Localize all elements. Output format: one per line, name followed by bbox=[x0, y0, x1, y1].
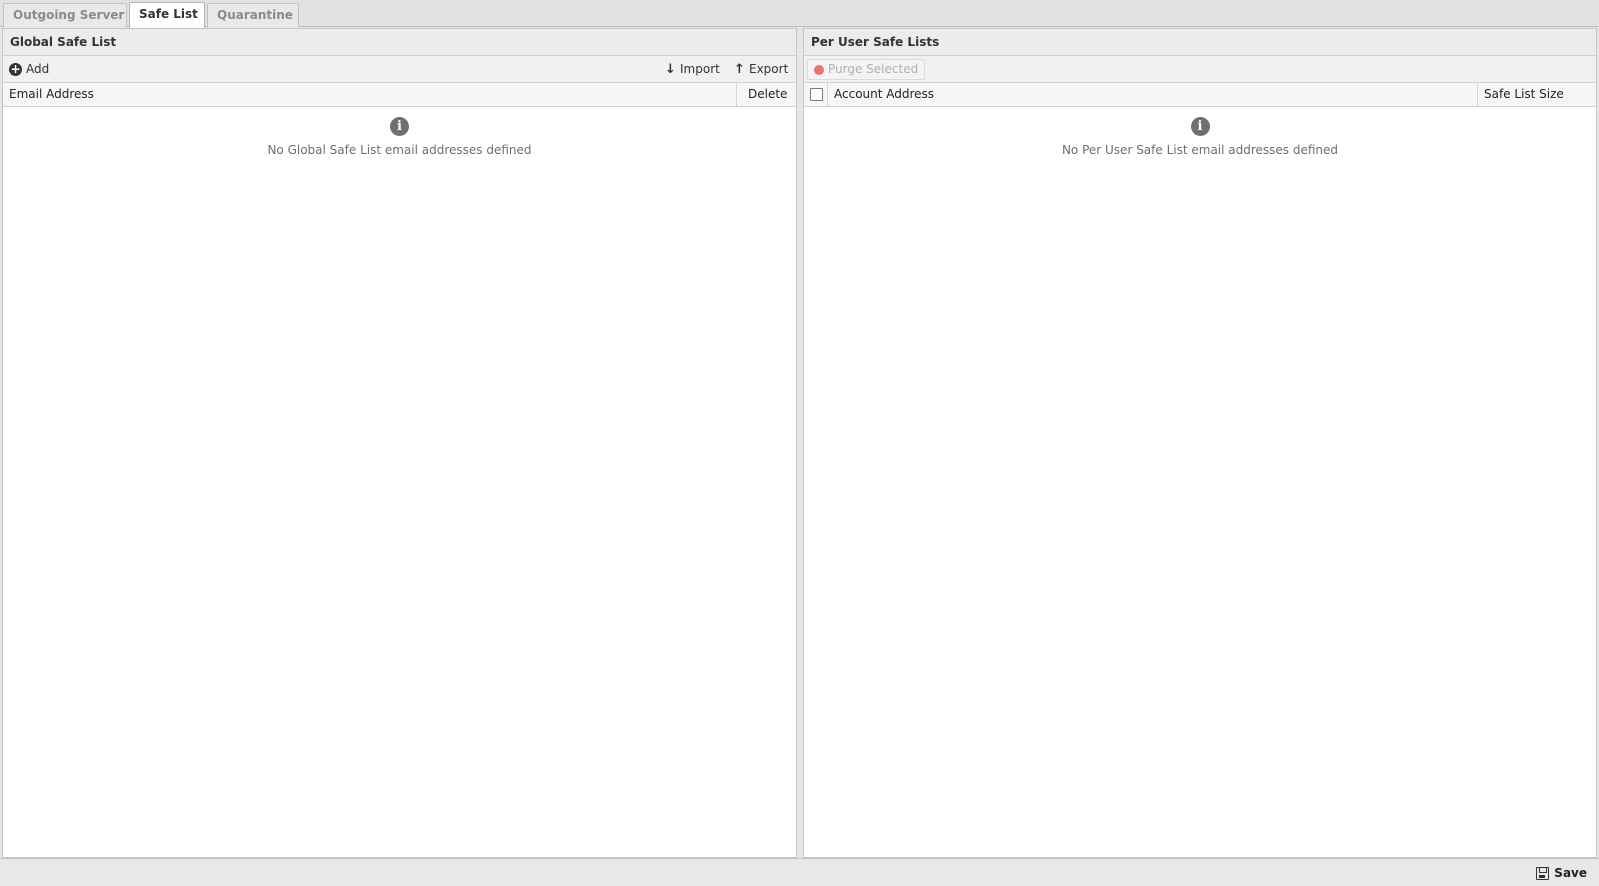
red-dot-icon bbox=[814, 64, 824, 75]
per-user-empty-message: No Per User Safe List email addresses de… bbox=[1061, 143, 1339, 157]
column-account-address[interactable]: Account Address bbox=[827, 83, 1481, 106]
column-safe-list-size[interactable]: Safe List Size bbox=[1477, 83, 1596, 106]
column-email-address[interactable]: Email Address bbox=[3, 83, 736, 106]
per-user-safe-lists-panel: Per User Safe Lists Purge Selected Accou… bbox=[803, 28, 1597, 858]
info-icon: i bbox=[1190, 117, 1210, 136]
arrow-up-icon: ↑ bbox=[734, 62, 745, 77]
tab-outgoing-server[interactable]: Outgoing Server bbox=[3, 3, 127, 27]
save-button-label: Save bbox=[1554, 866, 1587, 880]
add-button-label: Add bbox=[26, 62, 50, 76]
per-user-table-header: Account Address Safe List Size bbox=[804, 83, 1596, 107]
bottom-bar: Save bbox=[0, 858, 1599, 886]
import-button-label: Import bbox=[680, 62, 720, 76]
arrow-down-icon: ↓ bbox=[665, 62, 676, 77]
info-icon: i bbox=[390, 117, 409, 136]
save-button[interactable]: Save bbox=[1536, 864, 1587, 882]
export-button-label: Export bbox=[749, 62, 789, 76]
export-button[interactable]: ↑ Export bbox=[734, 60, 788, 79]
floppy-disk-icon bbox=[1536, 866, 1550, 880]
import-button[interactable]: ↓ Import bbox=[665, 60, 720, 79]
global-empty-state: i No Global Safe List email addresses de… bbox=[3, 117, 796, 157]
select-all-checkbox[interactable] bbox=[810, 88, 823, 101]
purge-selected-button[interactable]: Purge Selected bbox=[807, 59, 926, 80]
tab-quarantine[interactable]: Quarantine bbox=[207, 3, 299, 27]
global-safe-list-title: Global Safe List bbox=[3, 29, 796, 56]
global-safe-list-panel: Global Safe List + Add ↓ Import ↑ Export… bbox=[2, 28, 797, 858]
add-circle-icon: + bbox=[9, 62, 22, 76]
global-empty-message: No Global Safe List email addresses defi… bbox=[267, 143, 532, 157]
per-user-safe-lists-title: Per User Safe Lists bbox=[804, 29, 1596, 56]
column-delete[interactable]: Delete bbox=[736, 83, 796, 106]
tab-safe-list[interactable]: Safe List bbox=[129, 2, 205, 28]
global-toolbar: + Add ↓ Import ↑ Export bbox=[3, 56, 796, 83]
app-root: Outgoing Server Safe List Quarantine Glo… bbox=[0, 0, 1599, 886]
add-button[interactable]: + Add bbox=[9, 60, 49, 79]
global-table-header: Email Address Delete bbox=[3, 83, 796, 107]
tab-bar: Outgoing Server Safe List Quarantine bbox=[0, 0, 1599, 28]
per-user-toolbar: Purge Selected bbox=[804, 56, 1596, 83]
purge-selected-label: Purge Selected bbox=[828, 62, 919, 76]
per-user-empty-state: i No Per User Safe List email addresses … bbox=[804, 117, 1596, 157]
